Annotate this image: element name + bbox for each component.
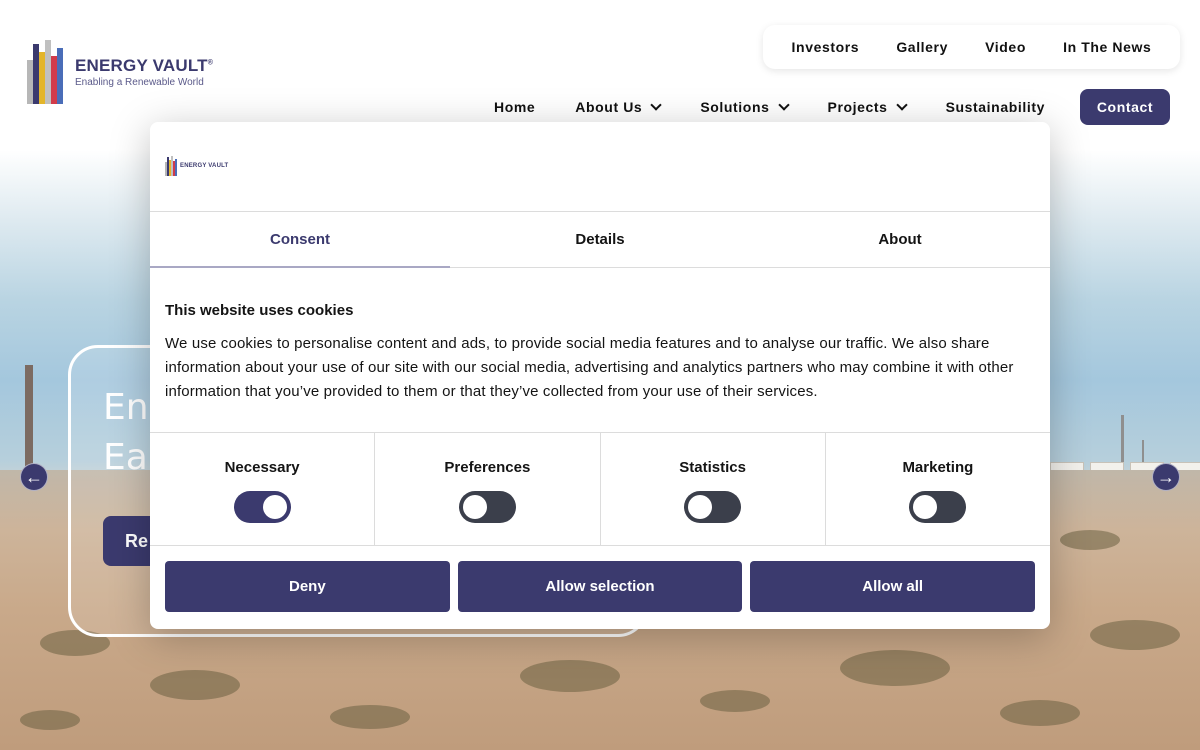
allow-selection-button[interactable]: Allow selection (457, 561, 743, 612)
tab-details[interactable]: Details (450, 212, 750, 267)
contact-button[interactable]: Contact (1080, 89, 1170, 125)
cookie-category-toggles: Necessary Preferences Statistics Marketi… (150, 433, 1050, 546)
category-preferences: Preferences (375, 433, 601, 545)
allow-all-button[interactable]: Allow all (750, 561, 1036, 612)
dialog-logo-text: ENERGY VAULT (180, 163, 229, 169)
logo-mark-icon (165, 156, 177, 176)
logo-tagline: Enabling a Renewable World (75, 77, 204, 88)
category-necessary: Necessary (150, 433, 376, 545)
nav-item-solutions[interactable]: Solutions (700, 99, 790, 115)
marketing-toggle[interactable] (909, 491, 967, 523)
nav-item-label: Solutions (700, 99, 770, 115)
necessary-toggle[interactable] (233, 491, 291, 523)
category-label: Statistics (679, 459, 746, 476)
dialog-header: ENERGY VAULT (150, 122, 1050, 212)
category-marketing: Marketing (826, 433, 1050, 545)
chevron-down-icon (895, 99, 908, 111)
dialog-logo: ENERGY VAULT (165, 156, 228, 176)
dialog-title: This website uses cookies (165, 302, 354, 319)
deny-button[interactable]: Deny (165, 561, 450, 612)
utility-nav: Investors Gallery Video In The News (763, 25, 1180, 69)
nav-link-gallery[interactable]: Gallery (896, 39, 948, 55)
nav-item-label: Sustainability (945, 99, 1045, 115)
logo-mark-icon (27, 40, 67, 104)
nav-link-video[interactable]: Video (985, 39, 1026, 55)
nav-item-label: Home (494, 99, 536, 115)
cookie-consent-dialog: ENERGY VAULT Consent Details About This … (150, 122, 1050, 629)
carousel-prev-arrow-icon[interactable]: ← (20, 463, 48, 491)
statistics-toggle[interactable] (684, 491, 742, 523)
main-nav: Home About Us Solutions Projects Sustain… (494, 89, 1045, 125)
nav-item-label: Projects (827, 99, 888, 115)
nav-item-projects[interactable]: Projects (827, 99, 908, 115)
tab-about[interactable]: About (750, 212, 1050, 267)
logo-name: ENERGY VAULT® (75, 56, 214, 75)
nav-item-home[interactable]: Home (494, 99, 535, 115)
nav-link-in-the-news[interactable]: In The News (1063, 39, 1151, 55)
category-label: Preferences (444, 459, 531, 476)
chevron-down-icon (777, 99, 790, 111)
nav-item-label: About Us (575, 99, 643, 115)
nav-item-sustainability[interactable]: Sustainability (946, 99, 1045, 115)
dialog-buttons: Deny Allow selection Allow all (150, 546, 1050, 627)
dialog-tabs: Consent Details About (150, 212, 1050, 268)
category-label: Necessary (224, 459, 300, 476)
dialog-body: This website uses cookies We use cookies… (150, 268, 1050, 433)
dialog-description: We use cookies to personalise content an… (165, 335, 1014, 400)
nav-link-investors[interactable]: Investors (792, 39, 860, 55)
site-logo[interactable]: ENERGY VAULT® Enabling a Renewable World (27, 39, 217, 105)
tab-consent[interactable]: Consent (150, 212, 450, 268)
smokestack (25, 365, 33, 475)
carousel-next-arrow-icon[interactable]: → (1152, 463, 1180, 491)
preferences-toggle[interactable] (458, 491, 516, 523)
category-statistics: Statistics (601, 433, 826, 545)
category-label: Marketing (902, 459, 974, 476)
nav-item-about-us[interactable]: About Us (575, 99, 662, 115)
chevron-down-icon (650, 99, 662, 111)
